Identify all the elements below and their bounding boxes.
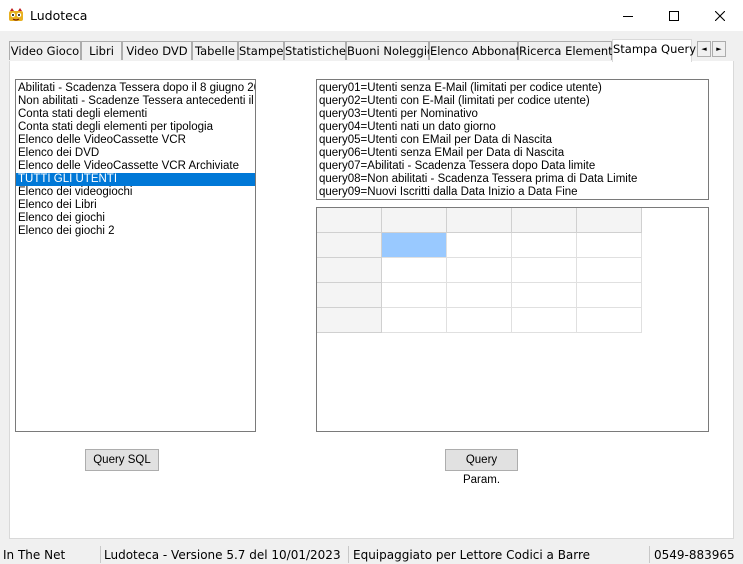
query-item[interactable]: query03=Utenti per Nominativo (317, 108, 708, 121)
list-item[interactable]: Elenco dei giochi (16, 212, 255, 225)
query-item[interactable]: query07=Abilitati - Scadenza Tessera dop… (317, 160, 708, 173)
tab-elenco-abbonati[interactable]: Elenco Abbonati (429, 41, 523, 60)
grid-cell[interactable] (382, 233, 447, 258)
tab-buoni-noleggio[interactable]: Buoni Noleggio (346, 41, 434, 60)
query-param-button[interactable]: Query Param. (445, 449, 518, 486)
tab-libri[interactable]: Libri (81, 41, 122, 60)
status-separator (100, 546, 101, 563)
status-panel-barcode: Equipaggiato per Lettore Codici a Barre (353, 548, 591, 562)
grid-cell[interactable] (512, 233, 577, 258)
grid-fixed-cell (317, 308, 382, 333)
tab-video-gioco[interactable]: Video Gioco (9, 41, 81, 60)
list-item[interactable]: Conta stati degli elementi (16, 108, 255, 121)
grid-cell[interactable] (577, 258, 642, 283)
query-listbox[interactable]: query01=Utenti senza E-Mail (limitati pe… (316, 79, 709, 200)
grid-cell[interactable] (382, 283, 447, 308)
list-item[interactable]: Elenco dei videogiochi (16, 186, 255, 199)
status-separator (649, 546, 650, 563)
grid-cell[interactable] (382, 258, 447, 283)
list-item[interactable]: Conta stati degli elementi per tipologia (16, 121, 255, 134)
tab-stampe[interactable]: Stampe (238, 41, 284, 60)
grid-fixed-cell (317, 208, 382, 233)
list-item[interactable]: Abilitati - Scadenza Tessera dopo il 8 g… (16, 82, 255, 95)
grid-cell[interactable] (447, 233, 512, 258)
report-listbox[interactable]: Abilitati - Scadenza Tessera dopo il 8 g… (15, 79, 256, 432)
grid-cell[interactable] (512, 258, 577, 283)
grid-cell[interactable] (382, 308, 447, 333)
maximize-icon (669, 10, 679, 21)
grid-fixed-cell (512, 208, 577, 233)
list-item-selected[interactable]: TUTTI GLI UTENTI (16, 173, 255, 186)
grid-fixed-cell (382, 208, 447, 233)
list-item[interactable]: Elenco dei giochi 2 (16, 225, 255, 238)
tab-scroll-left-button[interactable]: ◄ (697, 41, 711, 57)
grid-fixed-cell (317, 283, 382, 308)
list-item[interactable]: Elenco dei Libri (16, 199, 255, 212)
grid-cell[interactable] (577, 308, 642, 333)
grid-cell[interactable] (447, 283, 512, 308)
query-item[interactable]: query02=Utenti con E-Mail (limitati per … (317, 95, 708, 108)
status-separator (348, 546, 349, 563)
maximize-button[interactable] (651, 0, 697, 31)
tab-tabelle[interactable]: Tabelle (192, 41, 238, 60)
grid-fixed-cell (317, 258, 382, 283)
tab-stampa-query[interactable]: Stampa Query (612, 39, 696, 62)
tab-video-dvd[interactable]: Video DVD (122, 41, 192, 60)
close-button[interactable] (697, 0, 743, 31)
query-item[interactable]: query04=Utenti nati un dato giorno (317, 121, 708, 134)
status-panel-phone: 0549-883965 (654, 548, 735, 562)
window-title: Ludoteca (30, 8, 88, 23)
list-item[interactable]: Elenco dei DVD (16, 147, 255, 160)
grid-cell[interactable] (512, 308, 577, 333)
grid-cell[interactable] (577, 283, 642, 308)
query-item[interactable]: query08=Non abilitati - Scadenza Tessera… (317, 173, 708, 186)
status-panel-version: Ludoteca - Versione 5.7 del 10/01/2023 (104, 548, 341, 562)
arrow-right-icon: ► (716, 45, 722, 53)
minimize-icon (623, 15, 633, 17)
list-item[interactable]: Elenco delle VideoCassette VCR Archiviat… (16, 160, 255, 173)
query-item[interactable]: query05=Utenti con EMail per Data di Nas… (317, 134, 708, 147)
list-item[interactable]: Non abilitati - Scadenze Tessera anteced… (16, 95, 255, 108)
status-bar: In The Net Ludoteca - Versione 5.7 del 1… (0, 544, 743, 564)
grid-cell[interactable] (512, 283, 577, 308)
tab-ricerca-elemento[interactable]: Ricerca Elemento (518, 41, 620, 60)
query-sql-button[interactable]: Query SQL (85, 449, 159, 471)
app-icon (9, 8, 23, 21)
list-item[interactable]: Elenco delle VideoCassette VCR (16, 134, 255, 147)
grid-cell[interactable] (447, 308, 512, 333)
query-item[interactable]: query06=Utenti senza EMail per Data di N… (317, 147, 708, 160)
grid-fixed-cell (577, 208, 642, 233)
grid-cell[interactable] (447, 258, 512, 283)
title-bar: Ludoteca (0, 0, 743, 31)
tab-strip: Video Gioco Libri Video DVD Tabelle Stam… (9, 39, 741, 62)
grid-fixed-cell (447, 208, 512, 233)
status-panel-network: In The Net (3, 548, 66, 562)
minimize-button[interactable] (605, 0, 651, 31)
grid-cell[interactable] (577, 233, 642, 258)
close-icon (715, 10, 725, 21)
tab-statistiche[interactable]: Statistiche (284, 41, 346, 60)
result-grid[interactable] (316, 207, 709, 432)
query-item[interactable]: query09=Nuovi Iscritti dalla Data Inizio… (317, 186, 708, 199)
tab-scroll-right-button[interactable]: ► (712, 41, 726, 57)
arrow-left-icon: ◄ (701, 45, 707, 53)
query-item[interactable]: query01=Utenti senza E-Mail (limitati pe… (317, 82, 708, 95)
grid-fixed-cell (317, 233, 382, 258)
